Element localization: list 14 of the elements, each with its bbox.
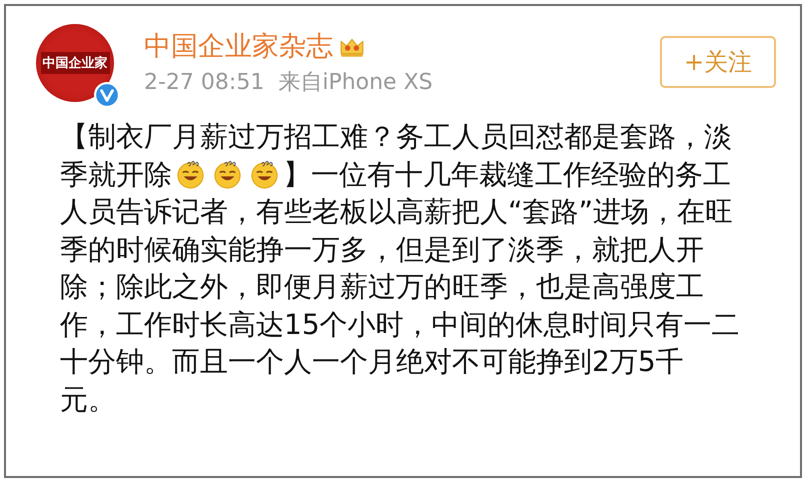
author-name[interactable]: 中国企业家杂志 — [144, 30, 333, 64]
post-time: 2-27 08:51 — [144, 69, 264, 97]
post-text: 季的时候确实能挣一万多，但是到了淡季，就把人开 — [60, 232, 704, 266]
post-text: 人员告诉记者，有些老板以高薪把人“套路”进场，在旺 — [60, 195, 734, 228]
post-text: 元。 — [60, 382, 116, 416]
post-text: 季就开除 — [60, 158, 172, 190]
follow-button[interactable]: +关注 — [660, 36, 776, 88]
post-text: 十分钟。而且一个人一个月绝对不可能挣到2万5千 — [60, 345, 684, 378]
post-text: 】一位有十几年裁缝工作经验的务工 — [283, 158, 731, 190]
post-source: 来自iPhone XS — [278, 69, 433, 97]
post-text: 【制衣厂月薪过万招工难？务工人员回怼都是套路，淡 — [60, 120, 732, 153]
post-text: 除；除此之外，即便月薪过万的旺季，也是高强度工 — [60, 270, 704, 303]
post-text: 作，工作时长高达15个小时，中间的休息时间只有一二 — [60, 308, 740, 340]
avatar-logo-text: 中国企业家 — [40, 52, 110, 74]
